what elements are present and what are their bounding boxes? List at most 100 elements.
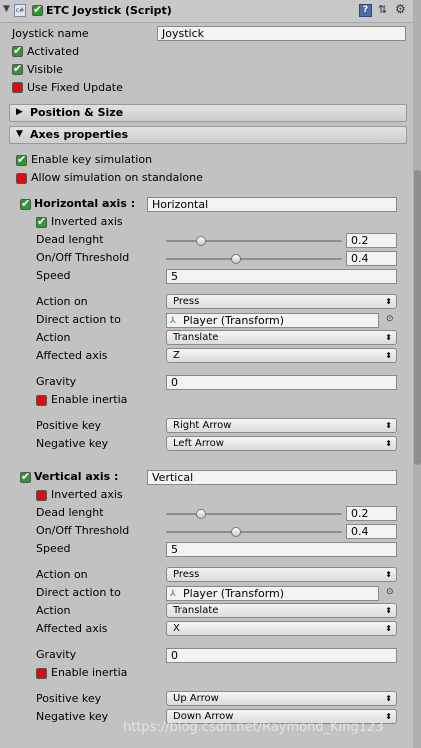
component-title: ETC Joystick (Script) <box>46 4 172 17</box>
vertical-dead-input[interactable]: 0.2 <box>346 506 397 521</box>
horizontal-enabled-checkbox[interactable] <box>20 197 31 211</box>
vertical-speed-label: Speed <box>36 542 71 555</box>
object-field-value: Player (Transform) <box>183 587 285 600</box>
dropdown-value: Translate <box>173 332 219 343</box>
foldout-expanded-icon: ▼ <box>16 129 23 139</box>
horizontal-dead-input[interactable]: 0.2 <box>346 233 397 248</box>
fixed-update-label: Use Fixed Update <box>27 81 123 94</box>
preset-icon[interactable]: ⇅ <box>378 3 387 16</box>
horizontal-negative-label: Negative key <box>36 437 109 450</box>
component-header: ▼ c# ETC Joystick (Script) ? ⇅ ⚙ <box>0 0 413 23</box>
dropdown-arrows-icon: ⬍ <box>385 570 392 579</box>
vertical-action-dropdown[interactable]: Translate ⬍ <box>166 603 397 618</box>
horizontal-dead-slider-track[interactable] <box>166 240 342 242</box>
horizontal-action-label: Action <box>36 331 71 344</box>
object-picker-icon[interactable]: ⊙ <box>386 587 394 597</box>
vertical-dead-slider-track[interactable] <box>166 513 342 515</box>
horizontal-positive-dropdown[interactable]: Right Arrow ⬍ <box>166 418 397 433</box>
horizontal-gravity-label: Gravity <box>36 375 77 388</box>
horizontal-affected-dropdown[interactable]: Z ⬍ <box>166 348 397 363</box>
vertical-dead-label: Dead lenght <box>36 506 104 519</box>
joystick-name-input[interactable]: Joystick <box>157 26 406 41</box>
dropdown-arrows-icon: ⬍ <box>385 421 392 430</box>
visible-checkbox[interactable] <box>12 62 23 76</box>
horizontal-action-dropdown[interactable]: Translate ⬍ <box>166 330 397 345</box>
gear-icon[interactable]: ⚙ <box>395 2 406 16</box>
enable-key-sim-checkbox[interactable] <box>16 153 27 167</box>
foldout-collapsed-icon: ▶ <box>16 107 23 117</box>
fixed-update-checkbox[interactable] <box>12 82 23 93</box>
dropdown-value: Press <box>173 296 200 307</box>
vertical-gravity-input[interactable]: 0 <box>166 648 397 663</box>
dropdown-value: Press <box>173 569 200 580</box>
vertical-threshold-slider-track[interactable] <box>166 531 342 533</box>
vertical-action-on-dropdown[interactable]: Press ⬍ <box>166 567 397 582</box>
scrollbar-thumb[interactable] <box>414 170 421 465</box>
dropdown-value: X <box>173 623 180 634</box>
component-enabled-checkbox[interactable] <box>32 3 43 17</box>
horizontal-threshold-slider-track[interactable] <box>166 258 342 260</box>
vertical-affected-dropdown[interactable]: X ⬍ <box>166 621 397 636</box>
horizontal-threshold-label: On/Off Threshold <box>36 251 130 264</box>
vertical-direct-action-label: Direct action to <box>36 586 121 599</box>
horizontal-positive-label: Positive key <box>36 419 102 432</box>
horizontal-direct-action-field[interactable]: ⅄ Player (Transform) <box>166 313 379 328</box>
axes-properties-foldout[interactable]: ▼ Axes properties <box>9 126 407 144</box>
vertical-inertia-checkbox[interactable] <box>36 668 47 679</box>
foldout-arrow-icon[interactable]: ▼ <box>3 4 10 14</box>
vertical-inverted-checkbox[interactable] <box>36 490 47 501</box>
foldout-label: Position & Size <box>30 106 124 119</box>
dropdown-arrows-icon: ⬍ <box>385 624 392 633</box>
horizontal-negative-dropdown[interactable]: Left Arrow ⬍ <box>166 436 397 451</box>
vertical-threshold-slider-thumb[interactable] <box>231 527 242 537</box>
vertical-enabled-checkbox[interactable] <box>20 470 31 484</box>
activated-label: Activated <box>27 45 80 58</box>
visible-label: Visible <box>27 63 63 76</box>
allow-sim-checkbox[interactable] <box>16 173 27 184</box>
horizontal-direct-action-label: Direct action to <box>36 313 121 326</box>
dropdown-arrows-icon: ⬍ <box>385 694 392 703</box>
vertical-inverted-label: Inverted axis <box>51 488 123 501</box>
horizontal-inertia-label: Enable inertia <box>51 393 128 406</box>
horizontal-inverted-label: Inverted axis <box>51 215 123 228</box>
horizontal-inverted-checkbox[interactable] <box>36 215 47 229</box>
watermark-text: https://blog.csdn.net/Raymond_King123 <box>123 720 384 735</box>
vertical-threshold-input[interactable]: 0.4 <box>346 524 397 539</box>
dropdown-arrows-icon: ⬍ <box>385 606 392 615</box>
horizontal-inertia-checkbox[interactable] <box>36 395 47 406</box>
vertical-dead-slider-thumb[interactable] <box>196 509 207 519</box>
position-size-foldout[interactable]: ▶ Position & Size <box>9 104 407 122</box>
joystick-name-label: Joystick name <box>12 27 89 40</box>
horizontal-action-on-dropdown[interactable]: Press ⬍ <box>166 294 397 309</box>
dropdown-arrows-icon: ⬍ <box>385 439 392 448</box>
horizontal-axis-title: Horizontal axis : <box>34 197 136 210</box>
allow-sim-label: Allow simulation on standalone <box>31 171 203 184</box>
vertical-positive-dropdown[interactable]: Up Arrow ⬍ <box>166 691 397 706</box>
horizontal-threshold-input[interactable]: 0.4 <box>346 251 397 266</box>
horizontal-affected-label: Affected axis <box>36 349 108 362</box>
vertical-threshold-label: On/Off Threshold <box>36 524 130 537</box>
script-icon: c# <box>14 4 26 17</box>
vertical-action-on-label: Action on <box>36 568 88 581</box>
object-field-value: Player (Transform) <box>183 314 285 327</box>
vertical-negative-label: Negative key <box>36 710 109 723</box>
horizontal-axis-name-input[interactable]: Horizontal <box>147 197 397 212</box>
dropdown-arrows-icon: ⬍ <box>385 351 392 360</box>
horizontal-gravity-input[interactable]: 0 <box>166 375 397 390</box>
help-icon[interactable]: ? <box>359 4 372 17</box>
dropdown-value: Up Arrow <box>173 693 219 704</box>
vertical-speed-input[interactable]: 5 <box>166 542 397 557</box>
object-picker-icon[interactable]: ⊙ <box>386 314 394 324</box>
horizontal-threshold-slider-thumb[interactable] <box>231 254 242 264</box>
vertical-inertia-label: Enable inertia <box>51 666 128 679</box>
foldout-label: Axes properties <box>30 128 129 141</box>
vertical-direct-action-field[interactable]: ⅄ Player (Transform) <box>166 586 379 601</box>
enable-key-sim-label: Enable key simulation <box>31 153 153 166</box>
transform-icon: ⅄ <box>170 316 176 326</box>
vertical-axis-name-input[interactable]: Vertical <box>147 470 397 485</box>
vertical-affected-label: Affected axis <box>36 622 108 635</box>
horizontal-speed-input[interactable]: 5 <box>166 269 397 284</box>
dropdown-arrows-icon: ⬍ <box>385 333 392 342</box>
activated-checkbox[interactable] <box>12 44 23 58</box>
horizontal-dead-slider-thumb[interactable] <box>196 236 207 246</box>
